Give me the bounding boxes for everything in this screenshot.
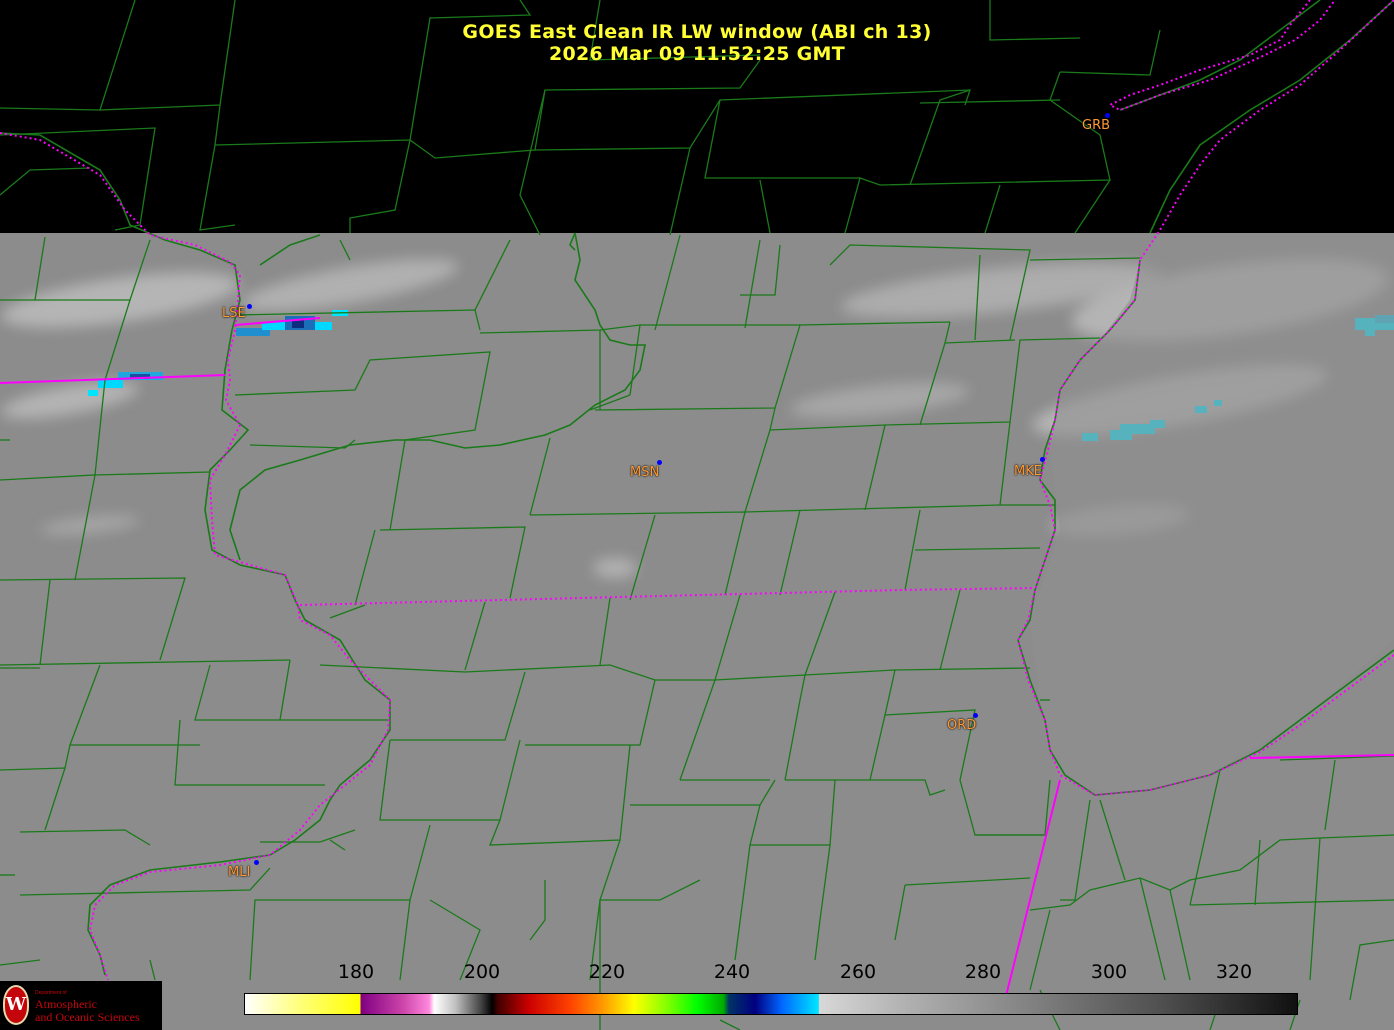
logo-line-2: and Oceanic Sciences bbox=[35, 1010, 140, 1024]
city-dot-lse bbox=[247, 304, 252, 309]
city-label-lse: LSE bbox=[222, 306, 246, 321]
city-label-mli: MLI bbox=[228, 865, 251, 880]
colorbar-tick-220: 220 bbox=[588, 961, 626, 983]
logo-dept-text: Department of bbox=[35, 990, 67, 996]
map-title: GOES East Clean IR LW window (ABI ch 13) bbox=[462, 21, 932, 43]
map-timestamp: 2026 Mar 09 11:52:25 GMT bbox=[548, 43, 846, 65]
city-label-grb: GRB bbox=[1082, 118, 1111, 133]
city-label-ord: ORD bbox=[947, 718, 977, 733]
colorbar-tick-300: 300 bbox=[1090, 961, 1128, 983]
colorbar-tick-260: 260 bbox=[839, 961, 877, 983]
uw-aos-logo: W Department of Atmospheric and Oceanic … bbox=[0, 981, 162, 1030]
city-label-msn: MSN bbox=[630, 465, 660, 480]
uw-seal-icon: W bbox=[3, 985, 29, 1025]
city-label-mke: MKE bbox=[1014, 464, 1042, 479]
temperature-colorbar bbox=[244, 993, 1298, 1015]
colorbar-tick-180: 180 bbox=[337, 961, 375, 983]
city-dot-mke bbox=[1040, 457, 1045, 462]
colorbar-tick-320: 320 bbox=[1215, 961, 1253, 983]
city-dot-mli bbox=[254, 860, 259, 865]
colorbar-tick-240: 240 bbox=[713, 961, 751, 983]
colorbar-tick-200: 200 bbox=[463, 961, 501, 983]
satellite-map bbox=[0, 0, 1394, 1030]
colorbar-tick-280: 280 bbox=[964, 961, 1002, 983]
